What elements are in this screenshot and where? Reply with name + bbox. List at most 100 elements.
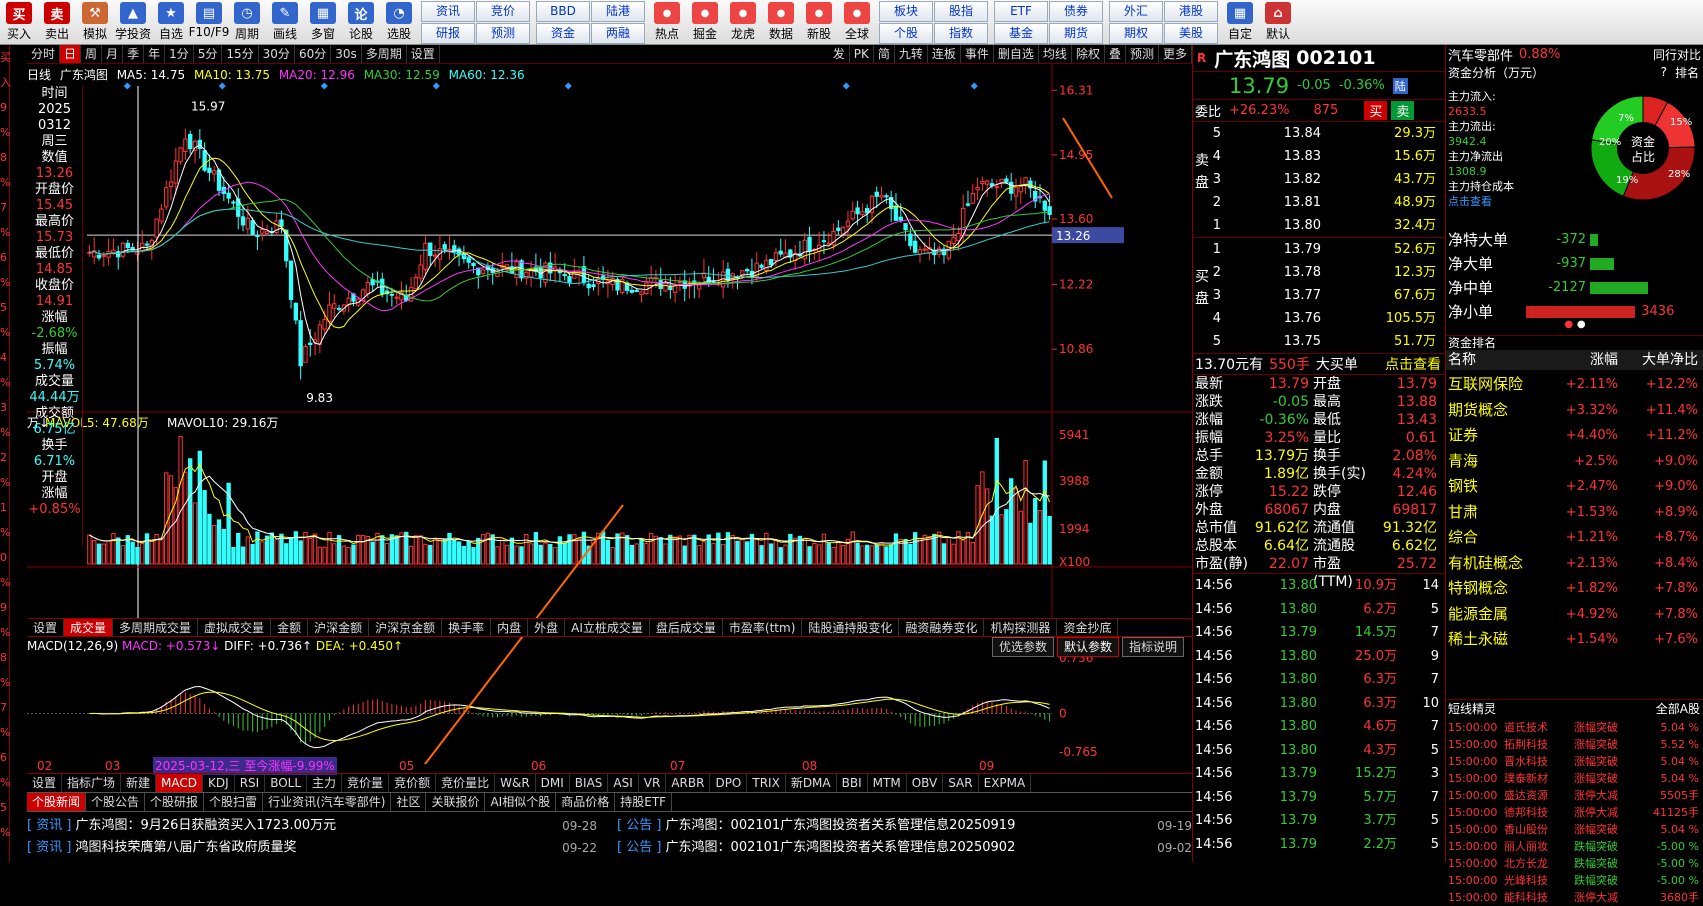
indicator-tab[interactable]: W&R	[495, 774, 536, 792]
toolbar-btn-5[interactable]: ▤ F10/F9	[189, 0, 229, 44]
news-title[interactable]: 广东鸿图：002101广东鸿图投资者关系管理信息20250919	[666, 818, 1016, 833]
period-tool[interactable]: 连板	[928, 45, 961, 63]
page-dot-2[interactable]: ●	[1577, 319, 1586, 330]
rank-row[interactable]: 稀土永磁 +1.54% +7.6%	[1446, 627, 1703, 653]
news-item[interactable]: [ 公告 ] 广东鸿图：002101广东鸿图投资者关系管理信息20250919 0…	[617, 815, 1192, 837]
period-tab[interactable]: 周	[81, 45, 103, 63]
indicator-tab[interactable]: 主力	[307, 774, 343, 792]
toolbar2-btn-3[interactable]: ● 数据	[762, 0, 800, 44]
indicator-tab[interactable]: RSI	[235, 774, 266, 792]
macd-param-button[interactable]: 指标说明	[1121, 637, 1184, 657]
period-tool[interactable]: 预测	[1126, 45, 1159, 63]
grid1-btn-3[interactable]: 预测	[476, 23, 530, 44]
short-row[interactable]: 15:00:00 德邦科技 涨停大减 41125手	[1446, 804, 1703, 821]
book-row[interactable]: 1 13.79 52.6万	[1193, 238, 1445, 261]
indicator-tab[interactable]: OBV	[907, 774, 944, 792]
toolbar-btn-4[interactable]: ★ 自选	[152, 0, 190, 44]
period-tool[interactable]: 删自选	[994, 45, 1039, 63]
indicator-tab[interactable]: EXPMA	[979, 774, 1032, 792]
period-tool[interactable]: 除权	[1072, 45, 1105, 63]
period-tab[interactable]: 30s	[331, 45, 362, 63]
short-row[interactable]: 15:00:00 丽人丽妆 跌幅突破 -5.00 %	[1446, 838, 1703, 855]
toolbar-btn-7[interactable]: ✎ 画线	[266, 0, 304, 44]
buy-button[interactable]: 买	[1364, 101, 1388, 120]
short-row[interactable]: 15:00:00 璞泰新材 涨幅突破 5.04 %	[1446, 770, 1703, 787]
period-tab[interactable]: 1分	[165, 45, 194, 63]
toolbar-btn-1[interactable]: 卖卖出	[38, 0, 76, 44]
vol-indicator-tab[interactable]: 沪深金额	[308, 619, 370, 636]
period-tool[interactable]: 九转	[895, 45, 928, 63]
news-tab[interactable]: 个股公告	[86, 793, 146, 811]
flow-click-link[interactable]: 点击查看	[1448, 194, 1558, 209]
indicator-tab[interactable]: TRIX	[747, 774, 786, 792]
indicator-tab[interactable]: 竞价量比	[436, 774, 496, 792]
grid1-btn-0[interactable]: 资讯	[421, 1, 475, 22]
short-row[interactable]: 15:00:00 晋水科技 涨幅突破 5.04 %	[1446, 753, 1703, 770]
indicator-tab[interactable]: 新建	[121, 774, 157, 792]
news-title[interactable]: 鸿图科技荣膺第八届广东省政府质量奖	[76, 840, 297, 855]
toolbar2-btn-5[interactable]: ● 全球	[838, 0, 876, 44]
big-order-link[interactable]: 点击查看	[1385, 354, 1441, 374]
rank-row[interactable]: 钢铁 +2.47% +9.0%	[1446, 474, 1703, 500]
indicator-tab[interactable]: ASI	[608, 774, 639, 792]
book-row[interactable]: 3 13.77 67.6万	[1193, 284, 1445, 307]
grid2-btn-1[interactable]: 陆港	[591, 1, 645, 22]
toolbar-btn-2[interactable]: ⚒ 模拟	[76, 0, 114, 44]
rank-header-col[interactable]: 名称	[1446, 350, 1546, 370]
toolbar-btn-0[interactable]: 买买入	[0, 0, 38, 44]
indicator-tab[interactable]: ARBR	[666, 774, 711, 792]
period-tool[interactable]: 叠	[1105, 45, 1126, 63]
grid3-btn-0[interactable]: 板块	[879, 1, 933, 22]
rank-row[interactable]: 证券 +4.40% +11.2%	[1446, 423, 1703, 449]
grid1-btn-1[interactable]: 竞价	[476, 1, 530, 22]
vol-indicator-tab[interactable]: AI立桩成交量	[565, 619, 650, 636]
news-item[interactable]: [ 公告 ] 广东鸿图：002101广东鸿图投资者关系管理信息20250902 0…	[617, 837, 1192, 859]
vol-indicator-tab[interactable]: 融资融券变化	[899, 619, 985, 636]
grid4-btn-0[interactable]: ETF	[994, 1, 1048, 22]
sell-button[interactable]: 卖	[1391, 101, 1415, 120]
vol-indicator-tab[interactable]: 金额	[271, 619, 309, 636]
indicator-tab[interactable]: MTM	[868, 774, 907, 792]
rank-row[interactable]: 青海 +2.5% +9.0%	[1446, 449, 1703, 475]
news-tab[interactable]: 商品价格	[556, 793, 616, 811]
period-tab[interactable]: 分时	[27, 45, 61, 63]
news-tab[interactable]: 社区	[391, 793, 427, 811]
toolbar-btn-10[interactable]: ◔ 选股	[380, 0, 418, 44]
news-tab[interactable]: 个股研报	[145, 793, 205, 811]
toolbar3-btn-1[interactable]: ⌂ 默认	[1259, 0, 1297, 44]
indicator-tab[interactable]: BOLL	[265, 774, 308, 792]
toolbar2-btn-4[interactable]: ● 新股	[800, 0, 838, 44]
vol-indicator-tab[interactable]: 市盈率(ttm)	[723, 619, 803, 636]
grid5-btn-0[interactable]: 外汇	[1109, 1, 1163, 22]
rank-row[interactable]: 互联网保险 +2.11% +12.2%	[1446, 372, 1703, 398]
toolbar-btn-6[interactable]: ◷ 周期	[228, 0, 266, 44]
vol-indicator-tab[interactable]: 内盘	[491, 619, 529, 636]
rank-header-col[interactable]: 大单净比	[1618, 350, 1698, 370]
grid3-btn-1[interactable]: 股指	[934, 1, 988, 22]
help-icon[interactable]: ?	[1661, 65, 1667, 79]
grid2-btn-0[interactable]: BBD	[536, 1, 590, 22]
period-tool[interactable]: 事件	[961, 45, 994, 63]
vol-indicator-tab[interactable]: 换手率	[442, 619, 492, 636]
period-tab[interactable]: 30分	[259, 45, 295, 63]
grid4-btn-1[interactable]: 债券	[1049, 1, 1103, 22]
grid2-btn-2[interactable]: 资金	[536, 23, 590, 44]
indicator-tab[interactable]: MACD	[156, 774, 204, 792]
vol-indicator-tab[interactable]: 外盘	[528, 619, 566, 636]
sector-name[interactable]: 汽车零部件	[1448, 45, 1513, 64]
news-tab[interactable]: 关联报价	[426, 793, 486, 811]
news-tab[interactable]: 个股扫雷	[204, 793, 264, 811]
book-row[interactable]: 3 13.82 43.7万	[1193, 168, 1445, 191]
period-tab[interactable]: 季	[123, 45, 145, 63]
news-item[interactable]: [ 资讯 ] 鸿图科技荣膺第八届广东省政府质量奖 09-22	[27, 837, 597, 859]
short-row[interactable]: 15:00:00 光峰科技 跌幅突破 -5.00 %	[1446, 872, 1703, 889]
grid5-btn-2[interactable]: 期权	[1109, 23, 1163, 44]
grid4-btn-3[interactable]: 期货	[1049, 23, 1103, 44]
period-tab[interactable]: 15分	[222, 45, 259, 63]
toolbar-btn-9[interactable]: 论论股	[342, 0, 380, 44]
period-tool[interactable]: 更多	[1159, 45, 1192, 63]
rank-link[interactable]: 排名	[1675, 64, 1699, 81]
indicator-tab[interactable]: VR	[639, 774, 667, 792]
grid3-btn-3[interactable]: 指数	[934, 23, 988, 44]
rank-row[interactable]: 能源金属 +4.92% +7.8%	[1446, 602, 1703, 628]
